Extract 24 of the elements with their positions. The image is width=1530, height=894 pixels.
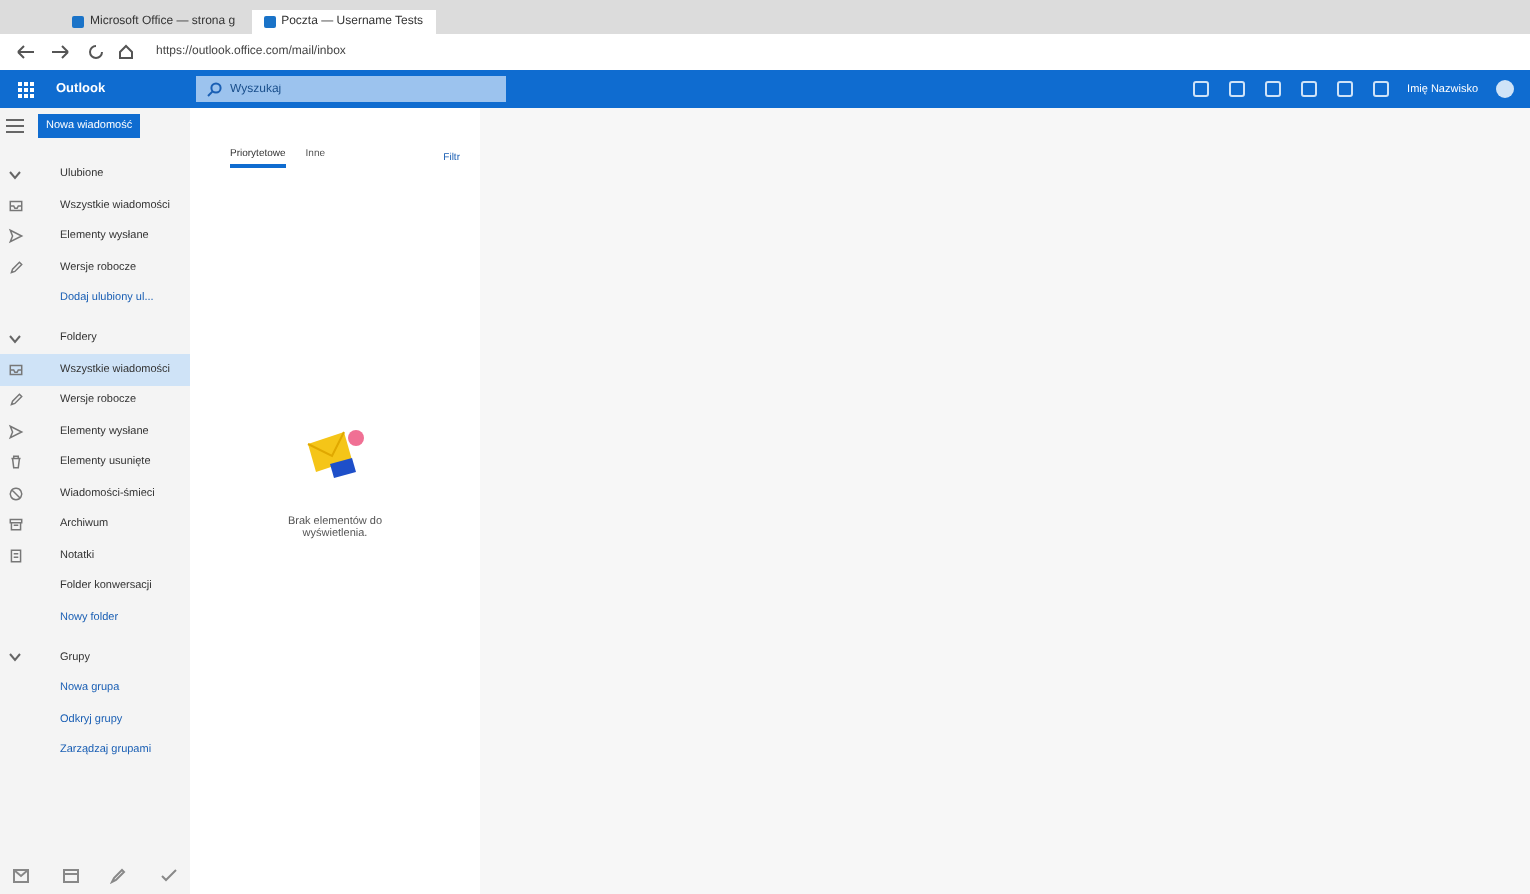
check-icon[interactable] bbox=[159, 868, 178, 884]
trash-icon bbox=[8, 454, 24, 471]
navigation-icon[interactable] bbox=[16, 42, 136, 62]
calendar-icon[interactable] bbox=[61, 868, 80, 884]
pencil-icon bbox=[8, 259, 24, 276]
block-icon bbox=[8, 485, 24, 502]
avatar[interactable] bbox=[1496, 80, 1514, 98]
favicon-icon bbox=[263, 16, 276, 28]
chevron-down-icon bbox=[8, 652, 22, 662]
send-icon bbox=[8, 423, 24, 440]
archive-icon bbox=[8, 516, 24, 533]
note-icon bbox=[8, 547, 24, 564]
pencil-icon bbox=[8, 392, 24, 409]
send-icon bbox=[8, 228, 24, 245]
inbox-icon bbox=[8, 361, 24, 378]
inbox-icon bbox=[8, 197, 24, 214]
pencil-icon[interactable] bbox=[110, 868, 129, 884]
menu-icon[interactable] bbox=[6, 118, 24, 134]
mail-icon[interactable] bbox=[12, 868, 30, 884]
chevron-down-icon bbox=[8, 169, 22, 179]
search-icon bbox=[206, 81, 222, 97]
favicon-icon bbox=[72, 16, 84, 28]
app-launcher-icon[interactable] bbox=[16, 79, 36, 99]
chevron-down-icon bbox=[8, 333, 22, 343]
